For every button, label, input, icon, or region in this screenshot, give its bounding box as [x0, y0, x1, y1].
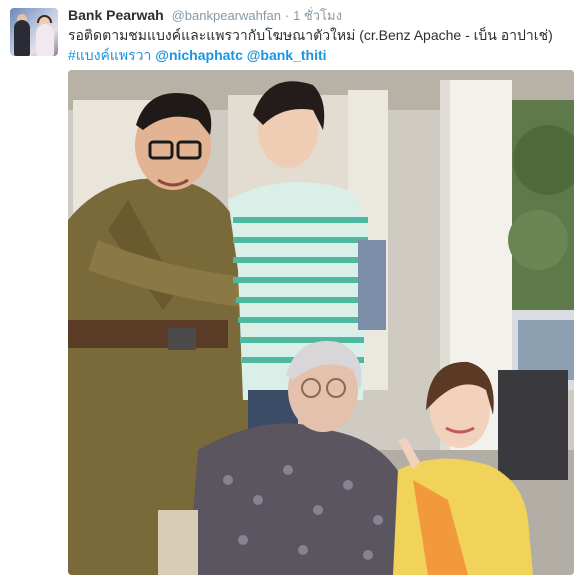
hashtag-link[interactable]: #แบงค์แพรวา	[68, 47, 151, 63]
avatar[interactable]	[10, 8, 58, 56]
tweet-text-line: รอติดตามชมแบงค์และแพรวากับโฆษณาตัวใหม่ (…	[68, 27, 553, 43]
photo-illustration	[68, 70, 574, 575]
tweet: Bank Pearwah @bankpearwahfan · 1 ชั่วโมง…	[0, 0, 584, 587]
mention-link[interactable]: @nichaphatc	[155, 47, 243, 63]
user-handle[interactable]: @bankpearwahfan	[172, 8, 281, 23]
mention-link[interactable]: @bank_thiti	[247, 47, 327, 63]
timestamp[interactable]: 1 ชั่วโมง	[293, 8, 342, 23]
display-name[interactable]: Bank Pearwah	[68, 7, 164, 23]
tweet-text: รอติดตามชมแบงค์และแพรวากับโฆษณาตัวใหม่ (…	[68, 25, 568, 65]
separator-dot: ·	[284, 8, 290, 23]
tweet-photo[interactable]	[68, 70, 574, 575]
tweet-header: Bank Pearwah @bankpearwahfan · 1 ชั่วโมง	[68, 6, 342, 25]
